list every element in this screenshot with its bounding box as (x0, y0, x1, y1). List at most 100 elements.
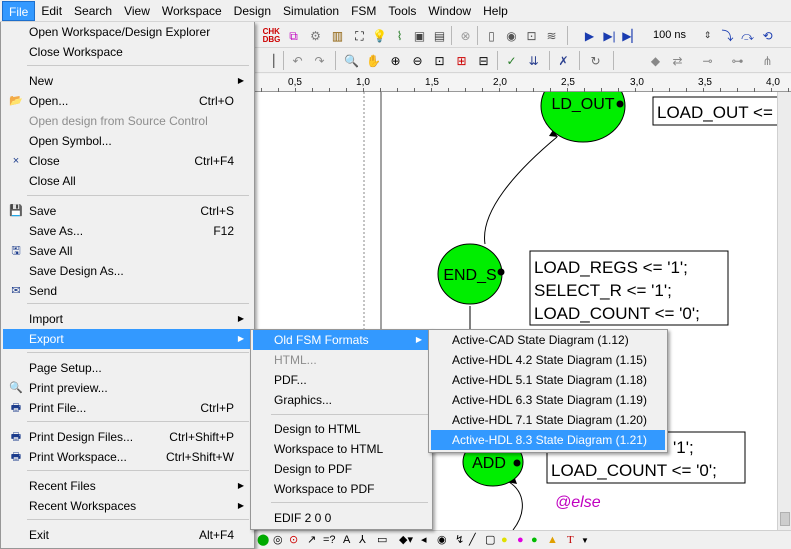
list-icon[interactable]: ▤ (431, 27, 448, 44)
file-menu-recent-workspaces[interactable]: Recent Workspaces ▶ (3, 496, 252, 516)
export-menu-pdf[interactable]: PDF... (253, 370, 430, 390)
file-menu-print-workspace[interactable]: 🖶 Print Workspace... Ctrl+Shift+W (3, 447, 252, 467)
junction-tool-icon[interactable]: ⊶ (729, 52, 746, 69)
warning-icon[interactable]: ▲ (547, 533, 558, 548)
export-menu-html[interactable]: HTML... (253, 350, 430, 370)
sim-time-field[interactable]: 100 ns (653, 27, 686, 44)
export-menu-design-to-html[interactable]: Design to HTML (253, 419, 430, 439)
action-tool-icon[interactable]: A (343, 533, 350, 548)
file-menu-export[interactable]: Export ▶ (3, 329, 252, 349)
cancel-edit-icon[interactable]: ✗ (555, 52, 572, 69)
file-menu-close[interactable]: × Close Ctrl+F4 (3, 151, 252, 171)
pan-hand-icon[interactable]: ✋ (365, 52, 382, 69)
file-menu-save-design-as[interactable]: Save Design As... (3, 261, 252, 281)
reset-tool-icon[interactable]: ◉ (437, 533, 447, 548)
file-menu-save[interactable]: 💾 Save Ctrl+S (3, 201, 252, 221)
file-menu-open[interactable]: 📂 Open... Ctrl+O (3, 91, 252, 111)
line-tool-icon[interactable]: ╱ (469, 533, 476, 548)
state-machine-icon[interactable]: ⛶ (351, 27, 368, 44)
restart-icon[interactable]: ⟲ (759, 27, 776, 44)
old-fsm-format-item[interactable]: Active-CAD State Diagram (1.12) (431, 330, 665, 350)
old-fsm-format-item[interactable]: Active-HDL 6.3 State Diagram (1.19) (431, 390, 665, 410)
port-out-tool-icon[interactable]: ◂ (421, 533, 427, 548)
library-icon[interactable]: ▥ (329, 27, 346, 44)
menu-fsm[interactable]: FSM (345, 1, 382, 21)
lightbulb-icon[interactable]: 💡 (371, 27, 388, 44)
file-menu-save-all[interactable]: 🖫 Save All (3, 241, 252, 261)
export-menu-edif-2-0-0[interactable]: EDIF 2 0 0 (253, 508, 430, 528)
file-menu-send[interactable]: ✉ Send (3, 281, 252, 301)
transition-end-to-ldout[interactable] (484, 136, 558, 245)
text-tool-icon[interactable]: T (567, 533, 574, 548)
zoom-window-icon[interactable]: ⊟ (475, 52, 492, 69)
menu-tools[interactable]: Tools (382, 1, 422, 21)
variable-tool-icon[interactable]: ⅄ (359, 533, 366, 548)
menu-file[interactable]: File (2, 0, 36, 21)
menu-search[interactable]: Search (68, 1, 118, 21)
file-menu-new[interactable]: New ▶ (3, 71, 252, 91)
step-icon[interactable]: ⤵ (719, 27, 736, 44)
check-diagram-icon[interactable]: ✓ (503, 52, 520, 69)
wave-list-icon[interactable]: ≋ (543, 27, 560, 44)
file-menu-print-design-files[interactable]: 🖶 Print Design Files... Ctrl+Shift+P (3, 427, 252, 447)
file-menu-page-setup[interactable]: Page Setup... (3, 358, 252, 378)
state-tool-icon[interactable]: ◆ (647, 52, 664, 69)
menu-workspace[interactable]: Workspace (156, 1, 228, 21)
animation-icon[interactable]: ↻ (587, 52, 604, 69)
breakpoint-icon[interactable]: ⊡ (523, 27, 540, 44)
menu-design[interactable]: Design (228, 1, 277, 21)
link-tool-icon[interactable]: ⊸ (699, 52, 716, 69)
old-fsm-format-item[interactable]: Active-HDL 8.3 State Diagram (1.21) (431, 430, 665, 450)
transition-add-else[interactable] (508, 481, 523, 530)
menu-view[interactable]: View (118, 1, 156, 21)
undo-icon[interactable]: ↶ (289, 52, 306, 69)
transition-tool-icon[interactable]: ⇄ (669, 52, 686, 69)
file-menu-close-all[interactable]: Close All (3, 171, 252, 191)
export-menu-old-fsm-formats[interactable]: Old FSM Formats ▶ (253, 330, 430, 350)
menu-window[interactable]: Window (422, 1, 477, 21)
transition-tool-icon[interactable]: ↗ (307, 533, 316, 548)
waveform-icon[interactable]: ⌇ (391, 27, 408, 44)
file-menu-save-as[interactable]: Save As... F12 (3, 221, 252, 241)
eye-icon[interactable]: ◉ (503, 27, 520, 44)
target-tool-icon[interactable]: ⊙ (289, 533, 298, 548)
export-menu-design-to-pdf[interactable]: Design to PDF (253, 459, 430, 479)
chk-dbg-icon[interactable]: CHK DBG (263, 27, 281, 44)
old-fsm-format-item[interactable]: Active-HDL 5.1 State Diagram (1.18) (431, 370, 665, 390)
run-for-icon[interactable]: ▶▏ (622, 27, 640, 44)
menu-edit[interactable]: Edit (35, 1, 68, 21)
chevron-down-icon[interactable]: ▼ (581, 533, 589, 548)
console-icon[interactable]: ▣ (411, 27, 428, 44)
step-over-icon[interactable]: ⤼ (739, 27, 756, 44)
file-menu-close-workspace[interactable]: Close Workspace (3, 42, 252, 62)
box-tool-icon[interactable]: ▢ (485, 533, 495, 548)
stop-icon[interactable]: ⊗ (457, 27, 474, 44)
document-icon[interactable]: ▯ (483, 27, 500, 44)
file-menu-exit[interactable]: Exit Alt+F4 (3, 525, 252, 545)
file-menu-recent-files[interactable]: Recent Files ▶ (3, 476, 252, 496)
zoom-in-icon[interactable]: ⊕ (387, 52, 404, 69)
port-tool-icon[interactable]: ◆▾ (399, 533, 413, 548)
old-fsm-format-item[interactable]: Active-HDL 7.1 State Diagram (1.20) (431, 410, 665, 430)
else-condition-label[interactable]: @else (555, 494, 601, 511)
state-tool-icon[interactable]: ⬤ (257, 533, 269, 548)
generate-code-icon[interactable]: ⇊ (525, 52, 542, 69)
condition-tool-icon[interactable]: =? (323, 533, 336, 548)
scrollbar-thumb[interactable] (780, 512, 790, 526)
find-icon[interactable]: 🔍 (343, 52, 360, 69)
zoom-out-icon[interactable]: ⊖ (409, 52, 426, 69)
old-fsm-format-item[interactable]: Active-HDL 4.2 State Diagram (1.15) (431, 350, 665, 370)
export-menu-graphics[interactable]: Graphics... (253, 390, 430, 410)
run-until-icon[interactable]: ▶| (601, 27, 618, 44)
cut-icon[interactable]: ▕ (261, 52, 278, 69)
file-menu-print-file[interactable]: 🖶 Print File... Ctrl+P (3, 398, 252, 418)
flow-icon[interactable]: ⚙ (307, 27, 324, 44)
file-menu-open-workspace-design-explorer[interactable]: Open Workspace/Design Explorer (3, 22, 252, 42)
radio-tool-icon[interactable]: ◎ (273, 533, 283, 548)
junction-tool-icon[interactable]: ↯ (455, 533, 464, 548)
ellipse-magenta-icon[interactable]: ● (517, 533, 524, 548)
label-tool-icon[interactable]: ▭ (377, 533, 387, 548)
menu-simulation[interactable]: Simulation (277, 1, 345, 21)
file-menu-import[interactable]: Import ▶ (3, 309, 252, 329)
zoom-area-icon[interactable]: ⊞ (453, 52, 470, 69)
